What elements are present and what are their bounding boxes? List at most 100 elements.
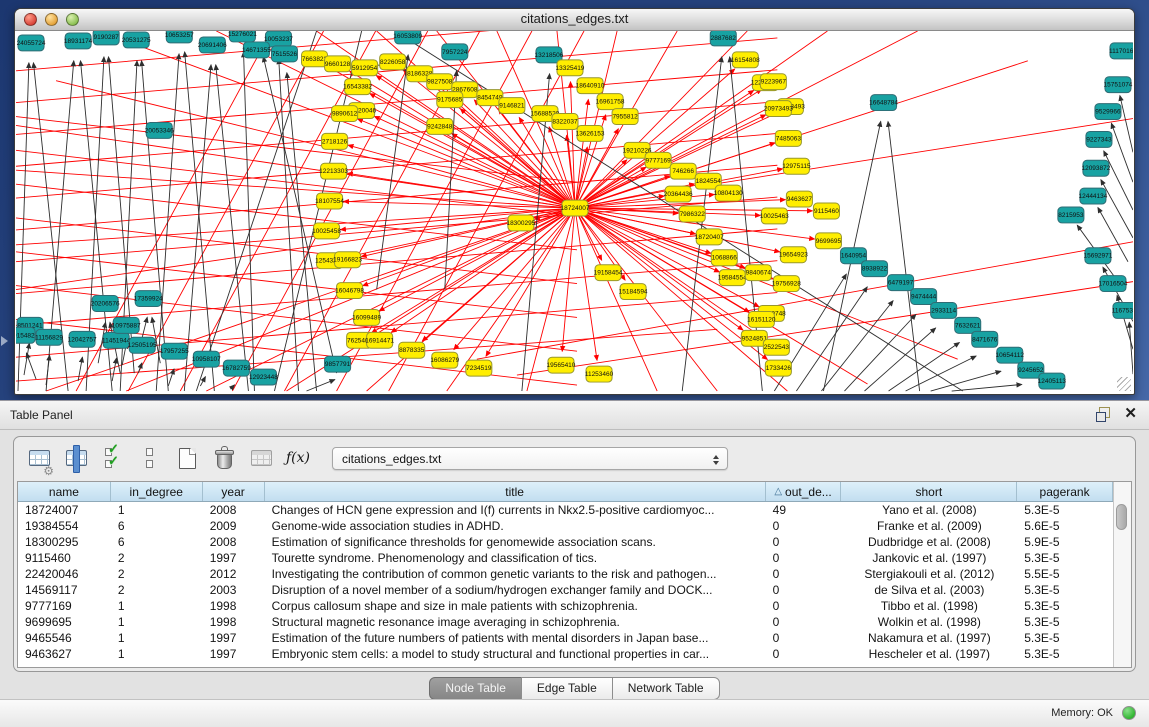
- table-row[interactable]: 1830029562008Estimation of significance …: [18, 534, 1113, 550]
- tab-edge-table[interactable]: Edge Table: [521, 677, 613, 700]
- scrollbar-thumb[interactable]: [1116, 504, 1127, 530]
- table-cell: Wolkin et al. (1998): [842, 614, 1018, 630]
- svg-text:9857791: 9857791: [325, 361, 351, 368]
- svg-text:2887682: 2887682: [711, 35, 737, 42]
- table-row[interactable]: 2242004622012Investigating the contribut…: [18, 566, 1113, 582]
- table-row[interactable]: 1938455462009Genome-wide association stu…: [18, 518, 1113, 534]
- new-table-icon[interactable]: [172, 442, 202, 474]
- tab-network-table[interactable]: Network Table: [612, 677, 720, 700]
- svg-text:9242848: 9242848: [427, 123, 453, 130]
- import-table-icon[interactable]: [246, 442, 276, 474]
- svg-text:2522543: 2522543: [764, 344, 790, 351]
- table-row[interactable]: 946554611997Estimation of the future num…: [18, 630, 1113, 646]
- table-cell: 5.9E-5: [1017, 534, 1113, 550]
- function-builder-icon[interactable]: ƒ(x): [283, 442, 313, 474]
- svg-text:10804130: 10804130: [714, 190, 743, 197]
- svg-text:5912954: 5912954: [352, 65, 378, 72]
- svg-text:9699695: 9699695: [816, 238, 842, 245]
- combo-arrows-icon: [713, 452, 719, 468]
- table-cell: 0: [766, 518, 842, 534]
- table-source-select[interactable]: citations_edges.txt: [332, 447, 728, 470]
- column-header-out_de[interactable]: △out_de...: [766, 482, 842, 501]
- zoom-window-button[interactable]: [66, 13, 79, 26]
- svg-text:19565410: 19565410: [547, 362, 576, 369]
- delete-table-icon[interactable]: [209, 442, 239, 474]
- window-titlebar[interactable]: citations_edges.txt: [15, 9, 1134, 31]
- table-panel-title: Table Panel: [10, 408, 73, 422]
- panel-collapse-arrow[interactable]: [1, 336, 13, 346]
- svg-text:9529966: 9529966: [1095, 109, 1121, 116]
- table-row[interactable]: 969969511998Structural magnetic resonanc…: [18, 614, 1113, 630]
- svg-text:2933114: 2933114: [931, 307, 956, 314]
- select-columns-icon[interactable]: [61, 442, 91, 474]
- window-title: citations_edges.txt: [15, 9, 1134, 29]
- svg-text:3915482: 3915482: [16, 332, 35, 339]
- svg-text:24055724: 24055724: [17, 40, 46, 47]
- network-canvas[interactable]: 2405572418931174919028720531275106532572…: [16, 31, 1133, 393]
- table-cell: 18724007: [18, 502, 111, 518]
- svg-text:6479197: 6479197: [888, 280, 914, 287]
- window-resize-grip[interactable]: [1117, 377, 1131, 391]
- table-body: 1872400712008Changes of HCN gene express…: [18, 502, 1113, 667]
- table-cell: de Silva et al. (2003): [842, 582, 1018, 598]
- svg-text:2718126: 2718126: [322, 138, 348, 145]
- svg-text:8471676: 8471676: [972, 336, 998, 343]
- svg-text:16046798: 16046798: [335, 288, 364, 295]
- table-row[interactable]: 1456911722003Disruption of a novel membe…: [18, 582, 1113, 598]
- table-row[interactable]: 911546021997Tourette syndrome. Phenomeno…: [18, 550, 1113, 566]
- svg-text:9827508: 9827508: [427, 79, 453, 86]
- sort-ascending-icon: △: [774, 486, 782, 497]
- table-settings-icon[interactable]: ⚙: [24, 442, 54, 474]
- table-vertical-scrollbar[interactable]: [1113, 482, 1131, 667]
- table-cell: 1997: [203, 630, 265, 646]
- column-header-short[interactable]: short: [841, 482, 1017, 501]
- float-panel-icon[interactable]: [1096, 407, 1110, 421]
- traffic-lights: [24, 13, 79, 26]
- table-row[interactable]: 977716911998Corpus callosum shape and si…: [18, 598, 1113, 614]
- svg-text:10053237: 10053237: [264, 36, 293, 43]
- svg-text:12923448: 12923448: [249, 374, 278, 381]
- svg-text:17359924: 17359924: [134, 296, 163, 303]
- svg-text:15276021: 15276021: [228, 31, 257, 38]
- svg-text:19158454: 19158454: [594, 270, 623, 277]
- table-cell: 0: [766, 614, 842, 630]
- table-cell: 5.3E-5: [1017, 630, 1113, 646]
- svg-text:19654923: 19654923: [779, 252, 808, 259]
- table-cell: 0: [766, 534, 842, 550]
- column-header-pagerank[interactable]: pagerank: [1017, 482, 1113, 501]
- column-header-title[interactable]: title: [265, 482, 766, 501]
- svg-text:13218506: 13218506: [535, 52, 564, 59]
- memory-status-led[interactable]: [1122, 706, 1136, 720]
- table-cell: Nakamura et al. (1997): [842, 630, 1018, 646]
- svg-text:16648784: 16648784: [869, 100, 898, 107]
- table-cell: 14569117: [18, 582, 111, 598]
- svg-text:19166823: 19166823: [333, 257, 362, 264]
- table-row[interactable]: 1872400712008Changes of HCN gene express…: [18, 502, 1113, 518]
- column-header-name[interactable]: name: [18, 482, 111, 501]
- close-window-button[interactable]: [24, 13, 37, 26]
- svg-text:18107554: 18107554: [315, 198, 344, 205]
- table-cell: 18300295: [18, 534, 111, 550]
- svg-text:8226058: 8226058: [380, 59, 406, 66]
- svg-text:15751074: 15751074: [1104, 82, 1133, 89]
- column-header-in_degree[interactable]: in_degree: [111, 482, 203, 501]
- deselect-rows-icon[interactable]: [135, 442, 165, 474]
- table-row[interactable]: 946362711997Embryonic stem cells: a mode…: [18, 646, 1113, 662]
- svg-text:9245652: 9245652: [1018, 367, 1044, 374]
- column-label: in_degree: [130, 485, 183, 499]
- table-cell: 6: [111, 518, 203, 534]
- svg-text:15184594: 15184594: [619, 289, 648, 296]
- svg-text:20206576: 20206576: [91, 301, 120, 308]
- close-panel-icon[interactable]: ✕: [1124, 407, 1137, 421]
- column-header-year[interactable]: year: [203, 482, 265, 501]
- select-all-rows-icon[interactable]: ✓✓: [98, 442, 128, 474]
- svg-text:13626153: 13626153: [576, 130, 605, 137]
- table-cell: 0: [766, 582, 842, 598]
- table-cell: 1: [111, 630, 203, 646]
- table-cell: 1998: [203, 614, 265, 630]
- tab-node-table[interactable]: Node Table: [429, 677, 522, 700]
- minimize-window-button[interactable]: [45, 13, 58, 26]
- svg-text:12405113: 12405113: [1038, 378, 1067, 385]
- svg-text:12093872: 12093872: [1081, 165, 1110, 172]
- svg-text:9660128: 9660128: [325, 61, 351, 68]
